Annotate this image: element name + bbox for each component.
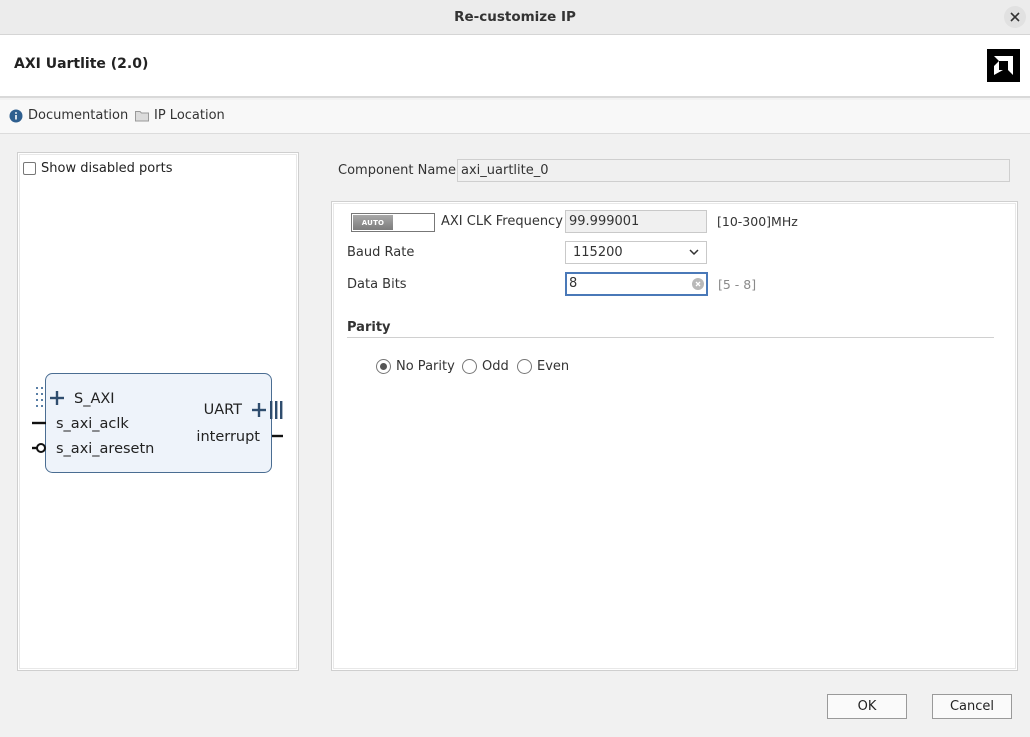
port-uart[interactable]: UART xyxy=(204,402,243,418)
parity-section-title: Parity xyxy=(347,320,391,335)
axi-clk-frequency-label: AXI CLK Frequency xyxy=(441,214,563,229)
active-low-bubble xyxy=(36,443,46,453)
component-name-label: Component Name xyxy=(338,163,456,178)
drag-handle-icon xyxy=(36,387,43,407)
auto-toggle-knob: AUTO xyxy=(353,215,393,230)
port-interrupt[interactable]: interrupt xyxy=(196,429,260,445)
close-button[interactable] xyxy=(1004,6,1026,28)
radio-odd[interactable]: Odd xyxy=(462,359,509,374)
radio-even-label: Even xyxy=(537,359,570,374)
parity-divider xyxy=(347,337,994,338)
ok-button[interactable]: OK xyxy=(827,694,907,719)
close-icon xyxy=(1010,12,1020,22)
amd-logo-icon xyxy=(994,56,1013,75)
chevron-down-icon xyxy=(689,249,699,256)
baud-rate-value: 115200 xyxy=(573,245,623,260)
radio-no-parity[interactable]: No Parity xyxy=(376,359,455,374)
port-s-axi[interactable]: S_AXI xyxy=(74,391,115,407)
port-s-axi-aresetn[interactable]: s_axi_aresetn xyxy=(56,441,154,457)
port-s-axi-aclk[interactable]: s_axi_aclk xyxy=(56,416,129,432)
data-bits-value: 8 xyxy=(569,276,578,291)
bus-interface-icon xyxy=(270,401,283,419)
cancel-button[interactable]: Cancel xyxy=(932,694,1012,719)
data-bits-label: Data Bits xyxy=(347,277,407,292)
radio-no-parity-label: No Parity xyxy=(396,359,455,374)
baud-rate-select[interactable]: 115200 xyxy=(565,241,707,264)
radio-even-button[interactable] xyxy=(517,359,532,374)
component-name-field[interactable]: axi_uartlite_0 xyxy=(457,159,1010,182)
radio-no-parity-button[interactable] xyxy=(376,359,391,374)
ip-block-symbol: S_AXI s_axi_aclk s_axi_aresetn UART inte… xyxy=(32,373,283,473)
baud-rate-label: Baud Rate xyxy=(347,245,415,260)
amd-logo xyxy=(987,49,1020,82)
radio-even[interactable]: Even xyxy=(517,359,569,374)
data-bits-range: [5 - 8] xyxy=(718,277,757,292)
clear-icon[interactable] xyxy=(692,278,704,290)
data-bits-input[interactable]: 8 xyxy=(565,272,708,296)
axi-clk-frequency-field[interactable]: 99.999001 xyxy=(565,210,707,233)
clear-x-icon xyxy=(695,281,701,287)
auto-toggle[interactable]: AUTO xyxy=(351,213,435,232)
radio-odd-label: Odd xyxy=(482,359,509,374)
axi-clk-frequency-range: [10-300]MHz xyxy=(717,214,798,229)
radio-odd-button[interactable] xyxy=(462,359,477,374)
